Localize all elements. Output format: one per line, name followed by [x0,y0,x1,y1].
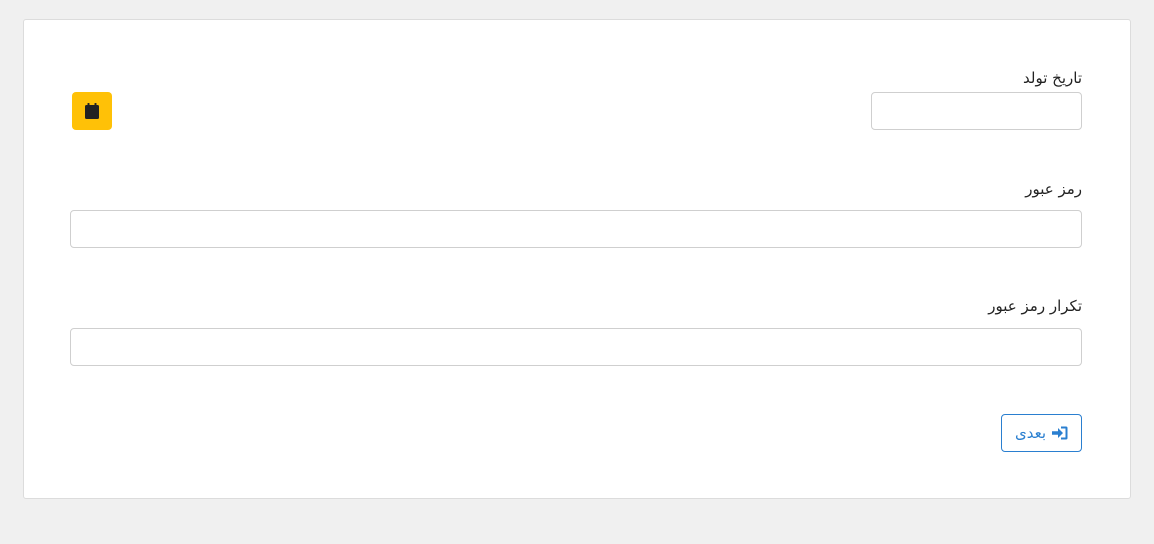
form-card: تاریخ تولد رمز عبور تکرار رمز عبور بعدی [23,19,1131,499]
birth-date-label: تاریخ تولد [1023,69,1082,87]
password-repeat-label: تکرار رمز عبور [988,297,1082,315]
sign-in-icon [1052,426,1068,440]
birth-date-input[interactable] [871,92,1082,130]
password-label: رمز عبور [1025,180,1082,198]
next-button[interactable]: بعدی [1001,414,1082,452]
password-input[interactable] [70,210,1082,248]
calendar-button[interactable] [72,92,112,130]
calendar-icon [85,103,99,119]
password-repeat-input[interactable] [70,328,1082,366]
next-button-label: بعدی [1014,424,1047,442]
